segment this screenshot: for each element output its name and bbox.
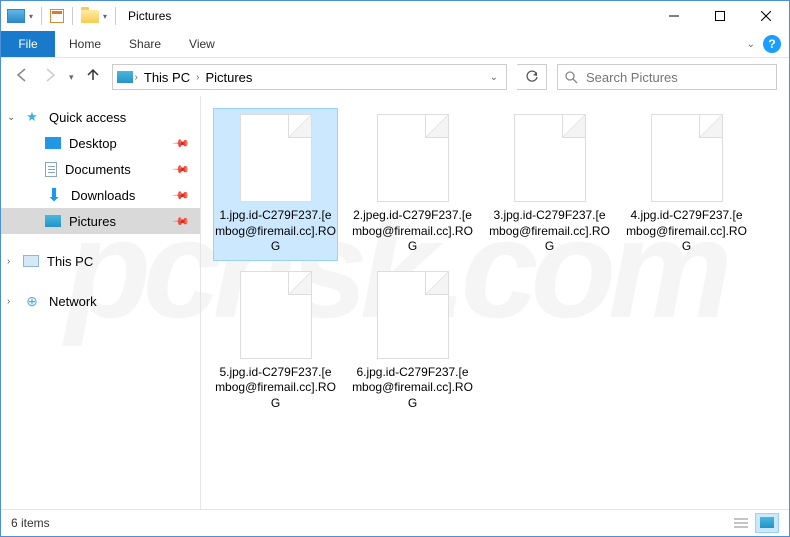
file-name-label: 6.jpg.id-C279F237.[embog@firemail.cc].RO… bbox=[352, 365, 473, 412]
breadcrumb-dropdown-icon[interactable]: ⌄ bbox=[490, 72, 502, 83]
pc-icon bbox=[23, 255, 39, 267]
breadcrumb-this-pc[interactable]: This PC bbox=[140, 70, 194, 85]
sidebar-item-label: Pictures bbox=[69, 214, 116, 229]
chevron-right-icon[interactable]: › bbox=[135, 72, 138, 83]
nav-forward-button[interactable] bbox=[41, 66, 59, 89]
breadcrumb[interactable]: › This PC › Pictures ⌄ bbox=[112, 64, 507, 90]
ribbon-expand-icon[interactable]: ⌄ bbox=[747, 39, 755, 50]
search-box[interactable] bbox=[557, 64, 777, 90]
sidebar-label: Network bbox=[49, 294, 97, 309]
file-item[interactable]: 4.jpg.id-C279F237.[embog@firemail.cc].RO… bbox=[624, 108, 749, 261]
pin-icon: 📌 bbox=[172, 186, 191, 205]
pics-icon bbox=[45, 215, 61, 227]
view-details-button[interactable] bbox=[729, 513, 753, 533]
chevron-right-icon[interactable]: › bbox=[196, 72, 199, 83]
search-input[interactable] bbox=[586, 70, 770, 85]
file-grid[interactable]: 1.jpg.id-C279F237.[embog@firemail.cc].RO… bbox=[201, 96, 789, 509]
breadcrumb-location-icon bbox=[117, 71, 133, 83]
qat-newfolder-icon[interactable] bbox=[81, 10, 99, 23]
chevron-down-icon[interactable]: ⌄ bbox=[7, 112, 15, 123]
qat-chevron-down-icon[interactable]: ▾ bbox=[103, 12, 107, 21]
sidebar-quick-access[interactable]: ⌄ ★ Quick access bbox=[1, 104, 200, 130]
file-blank-icon bbox=[377, 114, 449, 202]
pin-icon: 📌 bbox=[172, 160, 191, 179]
sidebar-item-label: Desktop bbox=[69, 136, 117, 151]
sidebar-item-label: Documents bbox=[65, 162, 131, 177]
file-item[interactable]: 2.jpeg.id-C279F237.[embog@firemail.cc].R… bbox=[350, 108, 475, 261]
qat-properties-icon[interactable] bbox=[50, 9, 64, 23]
window-title: Pictures bbox=[124, 9, 171, 23]
qat-dropdown-icon[interactable]: ▾ bbox=[29, 12, 33, 21]
sidebar-network[interactable]: › ⊕ Network bbox=[1, 288, 200, 314]
pin-icon: 📌 bbox=[172, 212, 191, 231]
star-icon: ★ bbox=[23, 109, 41, 125]
file-item[interactable]: 6.jpg.id-C279F237.[embog@firemail.cc].RO… bbox=[350, 265, 475, 418]
nav-up-button[interactable] bbox=[84, 66, 102, 89]
file-item[interactable]: 3.jpg.id-C279F237.[embog@firemail.cc].RO… bbox=[487, 108, 612, 261]
tab-view[interactable]: View bbox=[175, 31, 229, 57]
file-blank-icon bbox=[240, 114, 312, 202]
file-blank-icon bbox=[651, 114, 723, 202]
address-bar: ▾ › This PC › Pictures ⌄ bbox=[1, 58, 789, 96]
doc-icon bbox=[45, 162, 57, 177]
sidebar-item-documents[interactable]: Documents 📌 bbox=[1, 156, 200, 182]
help-icon[interactable]: ? bbox=[763, 35, 781, 53]
file-name-label: 3.jpg.id-C279F237.[embog@firemail.cc].RO… bbox=[489, 208, 610, 255]
file-name-label: 5.jpg.id-C279F237.[embog@firemail.cc].RO… bbox=[215, 365, 336, 412]
ribbon-tabs: File Home Share View ⌄ ? bbox=[1, 31, 789, 58]
down-icon: ⬇ bbox=[45, 187, 63, 203]
file-name-label: 4.jpg.id-C279F237.[embog@firemail.cc].RO… bbox=[626, 208, 747, 255]
file-name-label: 1.jpg.id-C279F237.[embog@firemail.cc].RO… bbox=[215, 208, 336, 255]
file-tab[interactable]: File bbox=[1, 31, 55, 57]
file-name-label: 2.jpeg.id-C279F237.[embog@firemail.cc].R… bbox=[352, 208, 473, 255]
item-count-label: 6 items bbox=[11, 516, 50, 530]
pin-icon: 📌 bbox=[172, 134, 191, 153]
sidebar-label: This PC bbox=[47, 254, 93, 269]
tab-home[interactable]: Home bbox=[55, 31, 115, 57]
network-icon: ⊕ bbox=[23, 293, 41, 309]
explorer-app-icon bbox=[7, 9, 25, 23]
sidebar-item-pictures[interactable]: Pictures 📌 bbox=[1, 208, 200, 234]
sidebar-item-downloads[interactable]: ⬇ Downloads 📌 bbox=[1, 182, 200, 208]
view-largeicons-button[interactable] bbox=[755, 513, 779, 533]
breadcrumb-pictures[interactable]: Pictures bbox=[201, 70, 256, 85]
file-blank-icon bbox=[240, 271, 312, 359]
tab-share[interactable]: Share bbox=[115, 31, 175, 57]
chevron-right-icon[interactable]: › bbox=[7, 296, 10, 307]
navigation-sidebar: ⌄ ★ Quick access Desktop 📌 Documents 📌 ⬇ Down… bbox=[1, 96, 201, 509]
refresh-button[interactable] bbox=[517, 64, 547, 90]
file-blank-icon bbox=[514, 114, 586, 202]
sidebar-item-label: Downloads bbox=[71, 188, 135, 203]
status-bar: 6 items bbox=[1, 509, 789, 535]
search-icon bbox=[564, 70, 578, 84]
close-button[interactable] bbox=[743, 1, 789, 31]
minimize-button[interactable] bbox=[651, 1, 697, 31]
file-item[interactable]: 1.jpg.id-C279F237.[embog@firemail.cc].RO… bbox=[213, 108, 338, 261]
maximize-button[interactable] bbox=[697, 1, 743, 31]
thumbnails-icon bbox=[760, 517, 774, 528]
sidebar-this-pc[interactable]: › This PC bbox=[1, 248, 200, 274]
titlebar: ▾ ▾ Pictures bbox=[1, 1, 789, 31]
file-blank-icon bbox=[377, 271, 449, 359]
sidebar-label: Quick access bbox=[49, 110, 126, 125]
chevron-right-icon[interactable]: › bbox=[7, 256, 10, 267]
sidebar-item-desktop[interactable]: Desktop 📌 bbox=[1, 130, 200, 156]
file-item[interactable]: 5.jpg.id-C279F237.[embog@firemail.cc].RO… bbox=[213, 265, 338, 418]
nav-back-button[interactable] bbox=[13, 66, 31, 89]
desktop-icon bbox=[45, 137, 61, 149]
nav-history-dropdown[interactable]: ▾ bbox=[69, 72, 74, 83]
